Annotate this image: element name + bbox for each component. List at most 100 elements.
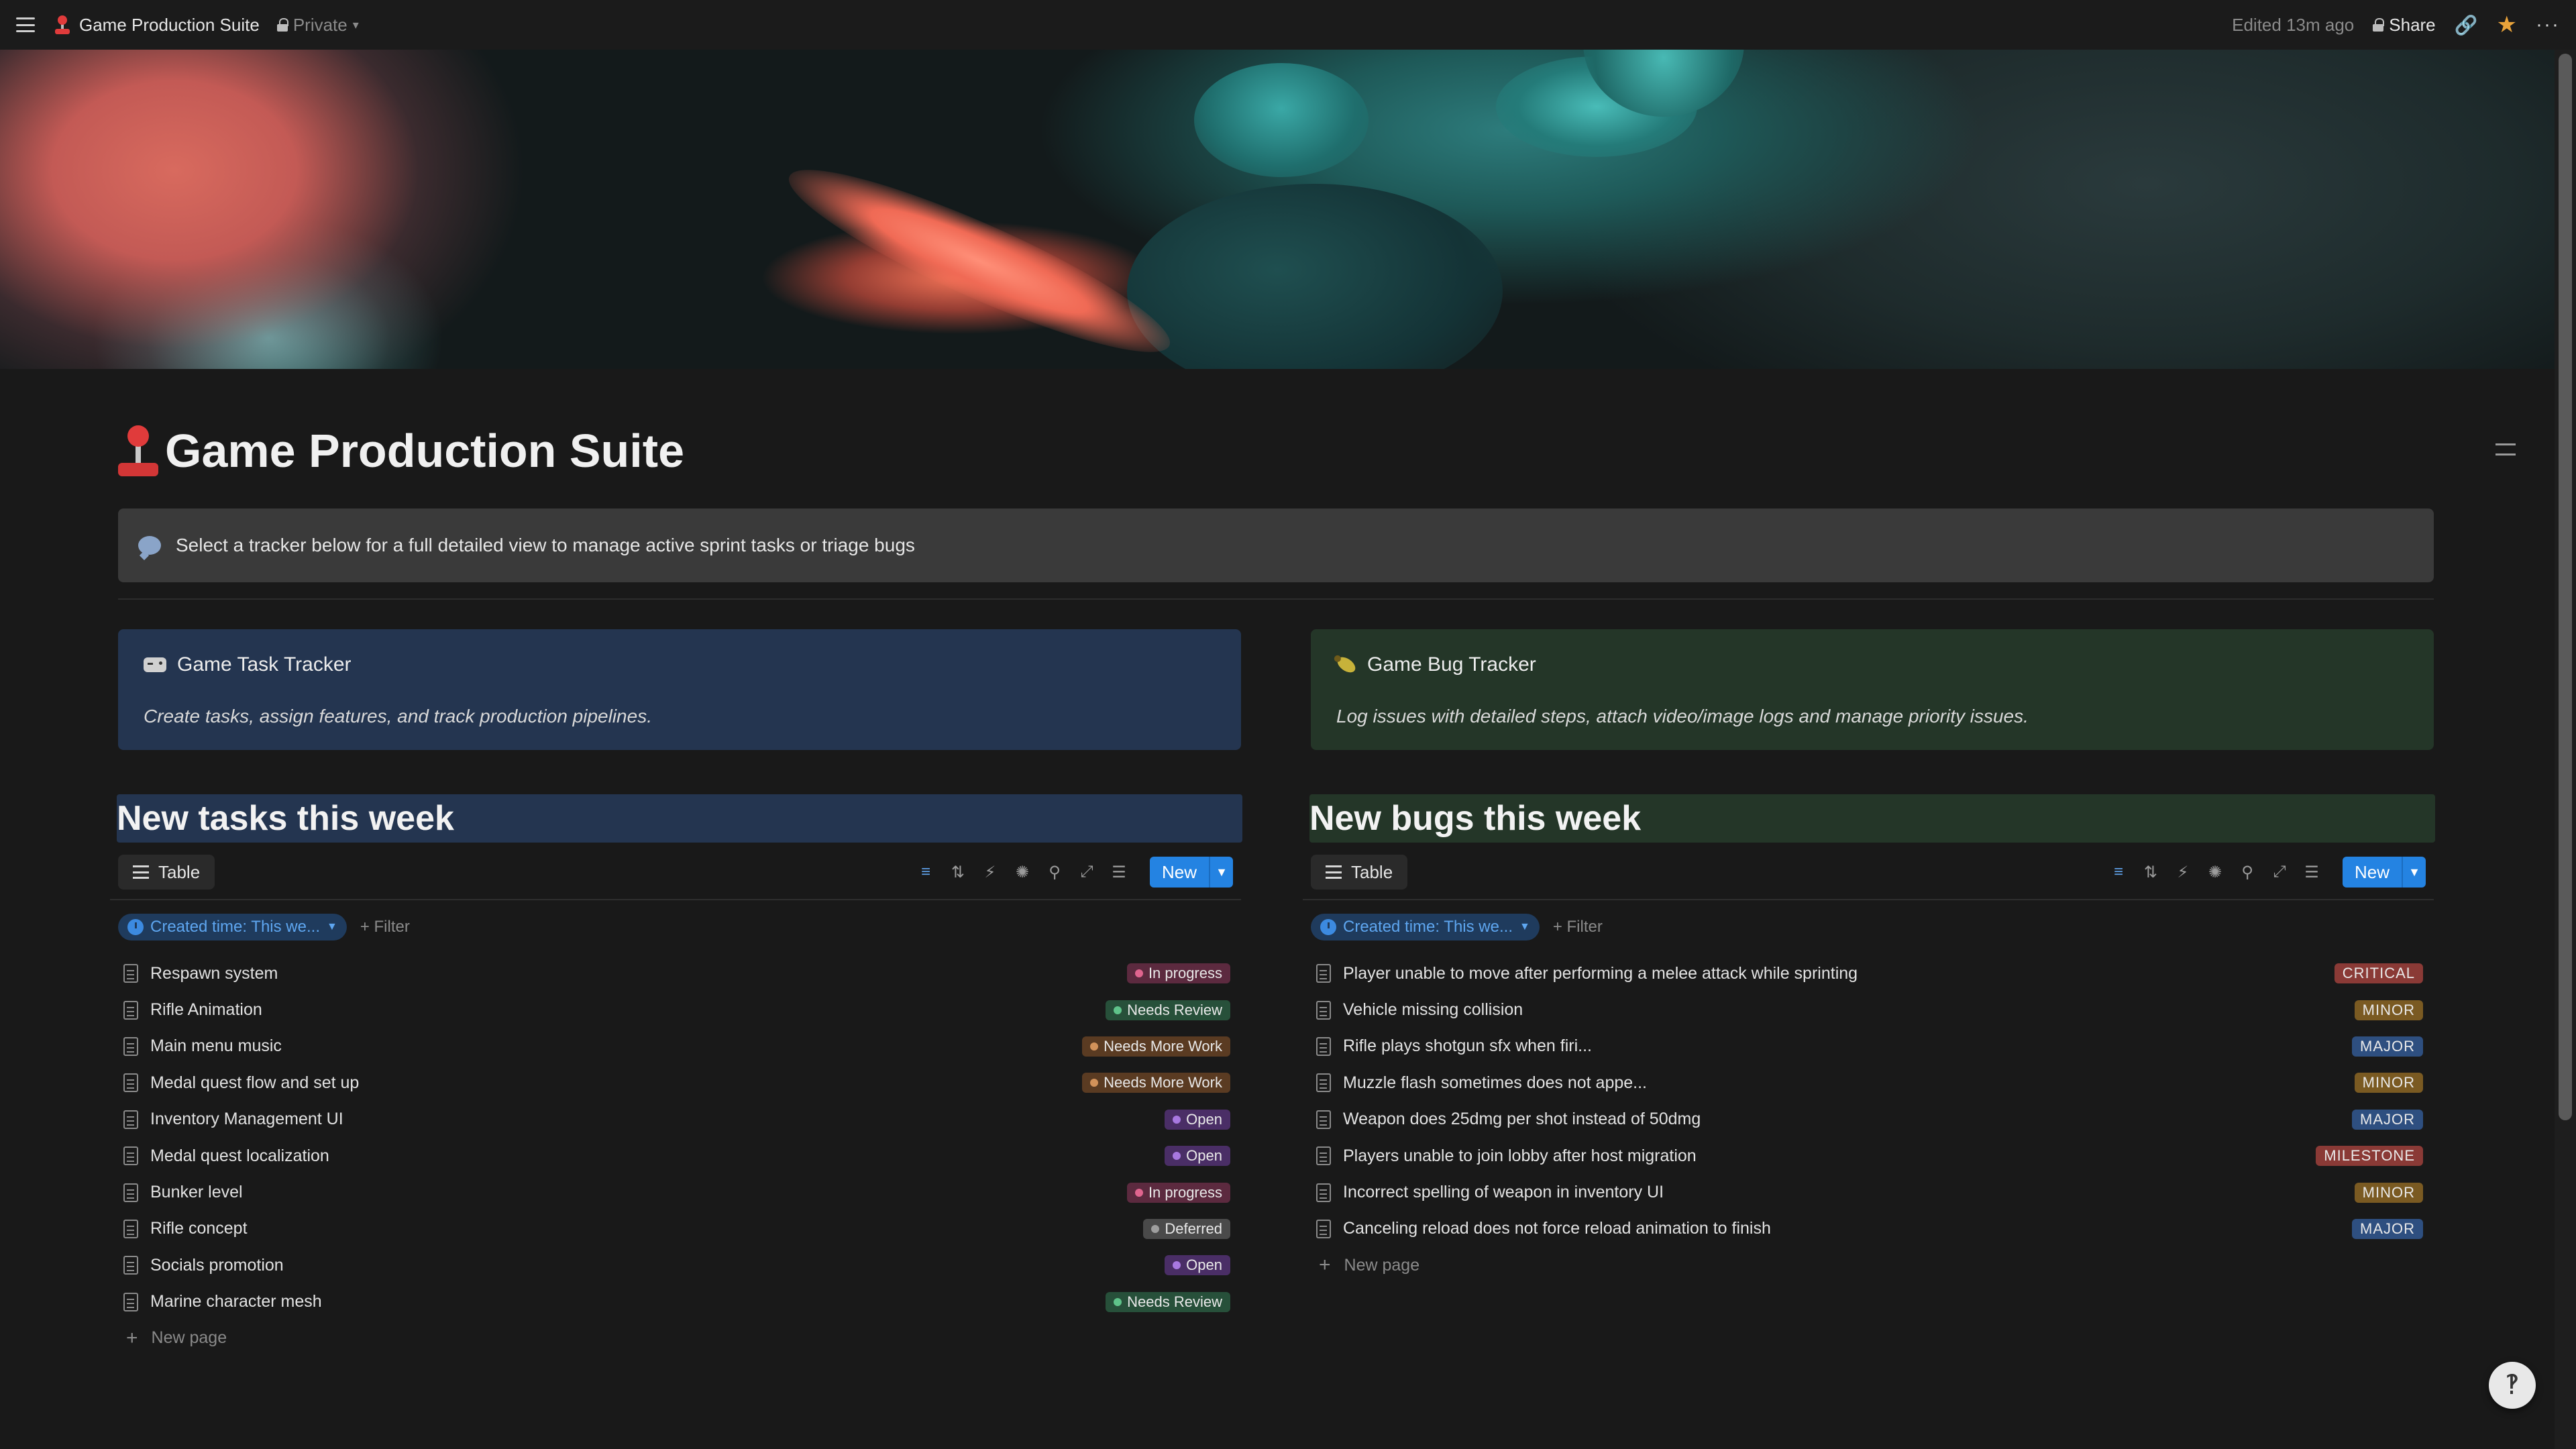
task-name[interactable]: Medal quest localization (150, 1146, 329, 1166)
table-row[interactable]: Main menu music Needs More Work (123, 1028, 1230, 1065)
priority-badge[interactable]: MAJOR (2352, 1218, 2423, 1239)
ai-sparkle-icon[interactable]: ✺ (2207, 863, 2223, 881)
expand-icon[interactable]: ⤢ (2271, 863, 2288, 881)
settings-icon[interactable]: ☰ (1111, 863, 1127, 881)
ai-sparkle-icon[interactable]: ✺ (1014, 863, 1030, 881)
filter-icon[interactable]: ≡ (2110, 863, 2127, 881)
table-row[interactable]: Marine character mesh Needs Review (123, 1284, 1230, 1320)
hamburger-icon[interactable] (16, 17, 35, 32)
bug-tracker-card[interactable]: Game Bug Tracker Log issues with detaile… (1311, 629, 2434, 750)
table-row[interactable]: Medal quest localization Open (123, 1138, 1230, 1174)
table-row[interactable]: Canceling reload does not force reload a… (1316, 1211, 2423, 1247)
automation-icon[interactable]: ⚡ (2175, 863, 2191, 881)
bug-name[interactable]: Rifle plays shotgun sfx when firi... (1343, 1036, 1592, 1056)
table-row[interactable]: Rifle concept Deferred (123, 1211, 1230, 1247)
task-name[interactable]: Respawn system (150, 964, 278, 983)
filter-icon[interactable]: ≡ (918, 863, 934, 881)
bug-name[interactable]: Vehicle missing collision (1343, 1000, 1523, 1020)
priority-badge[interactable]: MAJOR (2352, 1036, 2423, 1057)
table-row[interactable]: Weapon does 25dmg per shot instead of 50… (1316, 1102, 2423, 1138)
bug-name[interactable]: Player unable to move after performing a… (1343, 964, 1858, 983)
task-name[interactable]: Inventory Management UI (150, 1110, 343, 1129)
priority-badge[interactable]: MINOR (2354, 1000, 2423, 1020)
table-row[interactable]: Socials promotion Open (123, 1247, 1230, 1283)
bug-name[interactable]: Weapon does 25dmg per shot instead of 50… (1343, 1110, 1701, 1129)
table-row[interactable]: Inventory Management UI Open (123, 1102, 1230, 1138)
settings-icon[interactable]: ☰ (2304, 863, 2320, 881)
task-name[interactable]: Medal quest flow and set up (150, 1073, 359, 1093)
status-badge[interactable]: Open (1165, 1255, 1230, 1276)
bug-name[interactable]: Muzzle flash sometimes does not appe... (1343, 1073, 1647, 1093)
chevron-down-icon[interactable]: ▼ (1209, 857, 1233, 888)
sort-icon[interactable]: ⇅ (950, 863, 966, 881)
tasks-table-tab[interactable]: Table (118, 855, 215, 890)
task-name[interactable]: Socials promotion (150, 1256, 284, 1275)
table-row[interactable]: Medal quest flow and set up Needs More Wo… (123, 1065, 1230, 1101)
bug-name[interactable]: Players unable to join lobby after host … (1343, 1146, 1697, 1166)
bugs-filter-label: Created time: This we... (1343, 918, 1513, 936)
help-icon[interactable]: ‽ (2489, 1362, 2536, 1409)
status-badge[interactable]: In progress (1126, 963, 1230, 984)
sort-icon[interactable]: ⇅ (2143, 863, 2159, 881)
bugs-view-label: Table (1351, 861, 1393, 882)
status-badge[interactable]: Deferred (1143, 1218, 1230, 1239)
tasks-add-filter-button[interactable]: + Filter (360, 918, 410, 936)
page-name[interactable]: Game Production Suite (79, 15, 260, 36)
status-badge[interactable]: Needs More Work (1082, 1073, 1230, 1093)
bugs-new-button[interactable]: New ▼ (2342, 857, 2426, 888)
share-button[interactable]: Share (2373, 15, 2436, 36)
search-icon[interactable]: ⚲ (2239, 863, 2255, 881)
status-badge[interactable]: Needs Review (1106, 1291, 1230, 1312)
scrollbar-thumb[interactable] (2559, 54, 2572, 1120)
link-icon[interactable]: 🔗 (2455, 14, 2478, 36)
star-icon[interactable]: ★ (2497, 11, 2517, 38)
table-row[interactable]: Muzzle flash sometimes does not appe... M… (1316, 1065, 2423, 1101)
chevron-down-icon[interactable]: ▼ (2402, 857, 2426, 888)
task-tracker-card[interactable]: Game Task Tracker Create tasks, assign f… (118, 629, 1241, 750)
bug-tracker-link[interactable]: Game Bug Tracker (1367, 653, 1536, 676)
table-of-contents-icon[interactable] (2496, 439, 2516, 460)
task-name[interactable]: Main menu music (150, 1036, 282, 1056)
search-icon[interactable]: ⚲ (1046, 863, 1063, 881)
table-row[interactable]: Rifle Animation Needs Review (123, 991, 1230, 1028)
priority-badge[interactable]: CRITICAL (2334, 963, 2423, 984)
automation-icon[interactable]: ⚡ (982, 863, 998, 881)
bugs-new-page-button[interactable]: + New page (1316, 1247, 2423, 1283)
priority-badge[interactable]: MINOR (2354, 1073, 2423, 1093)
table-row[interactable]: Players unable to join lobby after host … (1316, 1138, 2423, 1174)
tasks-new-button[interactable]: New ▼ (1149, 857, 1233, 888)
table-row[interactable]: Respawn system In progress (123, 955, 1230, 991)
tasks-new-label[interactable]: New (1149, 857, 1209, 888)
status-badge[interactable]: Open (1165, 1109, 1230, 1130)
status-badge[interactable]: Open (1165, 1146, 1230, 1167)
bugs-created-time-filter[interactable]: Created time: This we... ▼ (1311, 914, 1540, 941)
page-title-text[interactable]: Game Production Suite (165, 424, 684, 478)
bug-name[interactable]: Incorrect spelling of weapon in inventor… (1343, 1183, 1664, 1202)
priority-badge[interactable]: MAJOR (2352, 1109, 2423, 1130)
more-icon[interactable]: ··· (2536, 13, 2560, 36)
priority-badge[interactable]: MINOR (2354, 1182, 2423, 1203)
status-badge[interactable]: Needs More Work (1082, 1036, 1230, 1057)
priority-badge[interactable]: MILESTONE (2316, 1146, 2423, 1167)
privacy-menu[interactable]: Private ▾ (276, 15, 359, 36)
table-row[interactable]: Rifle plays shotgun sfx when firi... MAJO… (1316, 1028, 2423, 1065)
task-name[interactable]: Rifle Animation (150, 1000, 262, 1020)
status-badge[interactable]: Needs Review (1106, 1000, 1230, 1020)
table-row[interactable]: Vehicle missing collision MINOR (1316, 991, 2423, 1028)
bug-name[interactable]: Canceling reload does not force reload a… (1343, 1219, 1771, 1238)
expand-icon[interactable]: ⤢ (1079, 863, 1095, 881)
task-tracker-link[interactable]: Game Task Tracker (177, 653, 352, 676)
bugs-add-filter-button[interactable]: + Filter (1553, 918, 1603, 936)
tasks-new-page-button[interactable]: + New page (123, 1320, 1230, 1356)
tasks-created-time-filter[interactable]: Created time: This we... ▼ (118, 914, 347, 941)
table-row[interactable]: Player unable to move after performing a… (1316, 955, 2423, 991)
status-badge[interactable]: In progress (1126, 1182, 1230, 1203)
bugs-new-label[interactable]: New (2342, 857, 2402, 888)
task-name[interactable]: Bunker level (150, 1183, 243, 1202)
bugs-table-tab[interactable]: Table (1311, 855, 1408, 890)
table-row[interactable]: Incorrect spelling of weapon in inventor… (1316, 1174, 2423, 1210)
table-row[interactable]: Bunker level In progress (123, 1174, 1230, 1210)
task-name[interactable]: Rifle concept (150, 1219, 248, 1238)
task-name[interactable]: Marine character mesh (150, 1292, 322, 1311)
page-icon (1316, 1073, 1331, 1093)
